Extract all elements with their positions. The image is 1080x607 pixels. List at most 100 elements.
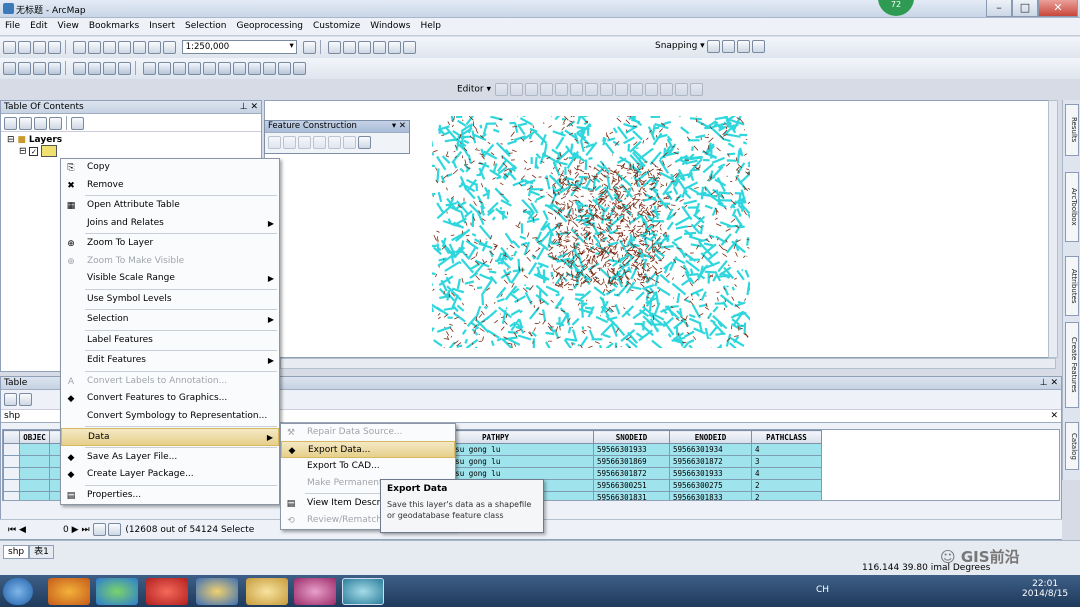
table-tab-close-icon[interactable]: ✕ <box>1050 411 1058 421</box>
list-by-selection-icon[interactable] <box>49 116 62 130</box>
clock[interactable]: 22:01 2014/8/15 <box>1022 579 1068 599</box>
xy-icon[interactable] <box>262 61 276 75</box>
taskbar-app-qq[interactable] <box>196 578 238 605</box>
submenu-item-export-data[interactable]: ◆ Export Data... <box>281 441 455 458</box>
taskbar-explorer[interactable] <box>246 578 288 605</box>
menu-help[interactable]: Help <box>415 18 446 34</box>
toc-close-icon[interactable]: ⊥ ✕ <box>240 102 258 112</box>
full-extent-icon[interactable] <box>48 61 61 75</box>
print-icon[interactable] <box>48 40 61 54</box>
menu-item-selection[interactable]: Selection ▶ <box>61 311 279 329</box>
language-indicator[interactable]: CH <box>816 585 829 595</box>
map-scale-input[interactable]: 1:250,000 <box>181 40 297 54</box>
next-record-icon[interactable]: ▶ <box>72 525 79 535</box>
maximize-button[interactable]: □ <box>1012 0 1038 17</box>
back-extent-icon[interactable] <box>102 61 116 75</box>
close-button[interactable]: ✕ <box>1038 0 1078 17</box>
show-all-records-icon[interactable] <box>93 523 107 536</box>
record-number-field[interactable]: 0 <box>29 525 69 535</box>
taskbar-pdf[interactable] <box>146 578 188 605</box>
table-cell[interactable]: 59566301833 <box>669 491 752 500</box>
menu-item-label-features[interactable]: Label Features <box>61 332 279 350</box>
search-icon[interactable] <box>357 40 371 54</box>
table-options-icon[interactable] <box>4 393 17 406</box>
copy-toolbar-icon[interactable] <box>87 40 101 54</box>
table-cell[interactable] <box>19 443 50 456</box>
menu-item-create-layer-package[interactable]: ◆ Create Layer Package... <box>61 466 279 484</box>
row-selector[interactable] <box>3 443 20 456</box>
table-cell[interactable]: 59566301831 <box>593 491 670 500</box>
straight-segment-icon[interactable] <box>524 83 538 96</box>
menu-item-convert-symbology-to-representation[interactable]: Convert Symbology to Representation... <box>61 408 279 426</box>
menu-item-save-as-layer-file[interactable]: ◆ Save As Layer File... <box>61 449 279 467</box>
related-tables-icon[interactable] <box>19 393 32 406</box>
select-features-icon[interactable] <box>142 61 156 75</box>
measure-icon[interactable] <box>247 61 261 75</box>
pan-icon[interactable] <box>33 61 46 75</box>
table-cell[interactable]: 3 <box>751 455 822 468</box>
layer-visibility-checkbox[interactable]: ✓ <box>29 146 39 156</box>
time-slider-icon[interactable] <box>277 61 291 75</box>
menu-geoprocessing[interactable]: Geoprocessing <box>231 18 308 34</box>
menu-insert[interactable]: Insert <box>144 18 180 34</box>
menu-item-visible-scale-range[interactable]: Visible Scale Range ▶ <box>61 270 279 288</box>
menu-edit[interactable]: Edit <box>25 18 52 34</box>
table1-tab[interactable]: 表1 <box>29 545 54 559</box>
redo-icon[interactable] <box>147 40 161 54</box>
table-cell[interactable]: 59566300275 <box>669 479 752 492</box>
zoom-in-icon[interactable] <box>3 61 16 75</box>
list-by-visibility-icon[interactable] <box>34 116 47 130</box>
identify-icon[interactable] <box>187 61 201 75</box>
fc-right-angle-icon[interactable] <box>343 136 356 149</box>
table-cell[interactable]: 59566301933 <box>669 467 752 480</box>
menu-item-joins-and-relates[interactable]: Joins and Relates ▶ <box>61 215 279 233</box>
fc-segment-icon[interactable] <box>268 136 281 149</box>
table-cell[interactable]: 2 <box>751 491 822 500</box>
catalog-icon[interactable] <box>342 40 356 54</box>
fixed-zoom-in-icon[interactable] <box>72 61 86 75</box>
paste-icon[interactable] <box>102 40 116 54</box>
row-selector[interactable] <box>3 479 20 492</box>
fixed-zoom-out-icon[interactable] <box>87 61 101 75</box>
table-close-icon[interactable]: ⊥ ✕ <box>1040 378 1058 388</box>
endpoint-arc-icon[interactable] <box>539 83 553 96</box>
submenu-item-export-to-cad[interactable]: Export To CAD... <box>281 458 455 475</box>
fc-trace-icon[interactable] <box>298 136 311 149</box>
list-by-drawing-order-icon[interactable] <box>4 116 17 130</box>
shp-tab[interactable]: shp <box>3 545 30 559</box>
create-features-icon[interactable] <box>689 83 703 96</box>
python-icon[interactable] <box>387 40 401 54</box>
undo-icon[interactable] <box>132 40 146 54</box>
menu-item-convert-features-to-graphics[interactable]: ◆ Convert Features to Graphics... <box>61 390 279 408</box>
fc-undo-icon[interactable] <box>358 136 371 149</box>
menu-file[interactable]: File <box>0 18 25 34</box>
table-of-contents-icon[interactable] <box>327 40 341 54</box>
cut-icon[interactable] <box>72 40 86 54</box>
viewer-icon[interactable] <box>292 61 306 75</box>
taskbar-chrome[interactable] <box>96 578 138 605</box>
trace-icon[interactable] <box>554 83 568 96</box>
row-selector[interactable] <box>3 455 20 468</box>
edit-vertices-icon[interactable] <box>584 83 598 96</box>
menu-item-data[interactable]: Data ▶ <box>61 428 279 446</box>
table-cell[interactable] <box>19 491 50 500</box>
table-cell[interactable]: 2 <box>751 479 822 492</box>
snapping-dropdown[interactable]: Snapping ▾ <box>655 41 705 51</box>
hyperlink-icon[interactable] <box>202 61 216 75</box>
show-selected-records-icon[interactable] <box>108 523 122 536</box>
table-cell[interactable]: 59566300251 <box>593 479 670 492</box>
point-icon[interactable] <box>569 83 583 96</box>
column-header[interactable]: OBJEC <box>19 430 50 444</box>
create-features-tab[interactable]: Create Features <box>1065 322 1079 408</box>
fc-arc-icon[interactable] <box>283 136 296 149</box>
table-cell[interactable]: 4 <box>751 467 822 480</box>
layer-symbol-icon[interactable] <box>41 145 58 157</box>
table-cell[interactable]: 59566301934 <box>669 443 752 456</box>
new-icon[interactable] <box>3 40 16 54</box>
options-icon[interactable] <box>71 116 84 130</box>
attributes-icon[interactable] <box>659 83 673 96</box>
arctoolbox-icon[interactable] <box>372 40 386 54</box>
point-snap-icon[interactable] <box>707 40 720 53</box>
menu-windows[interactable]: Windows <box>365 18 415 34</box>
taskbar-app-1[interactable] <box>48 578 90 605</box>
